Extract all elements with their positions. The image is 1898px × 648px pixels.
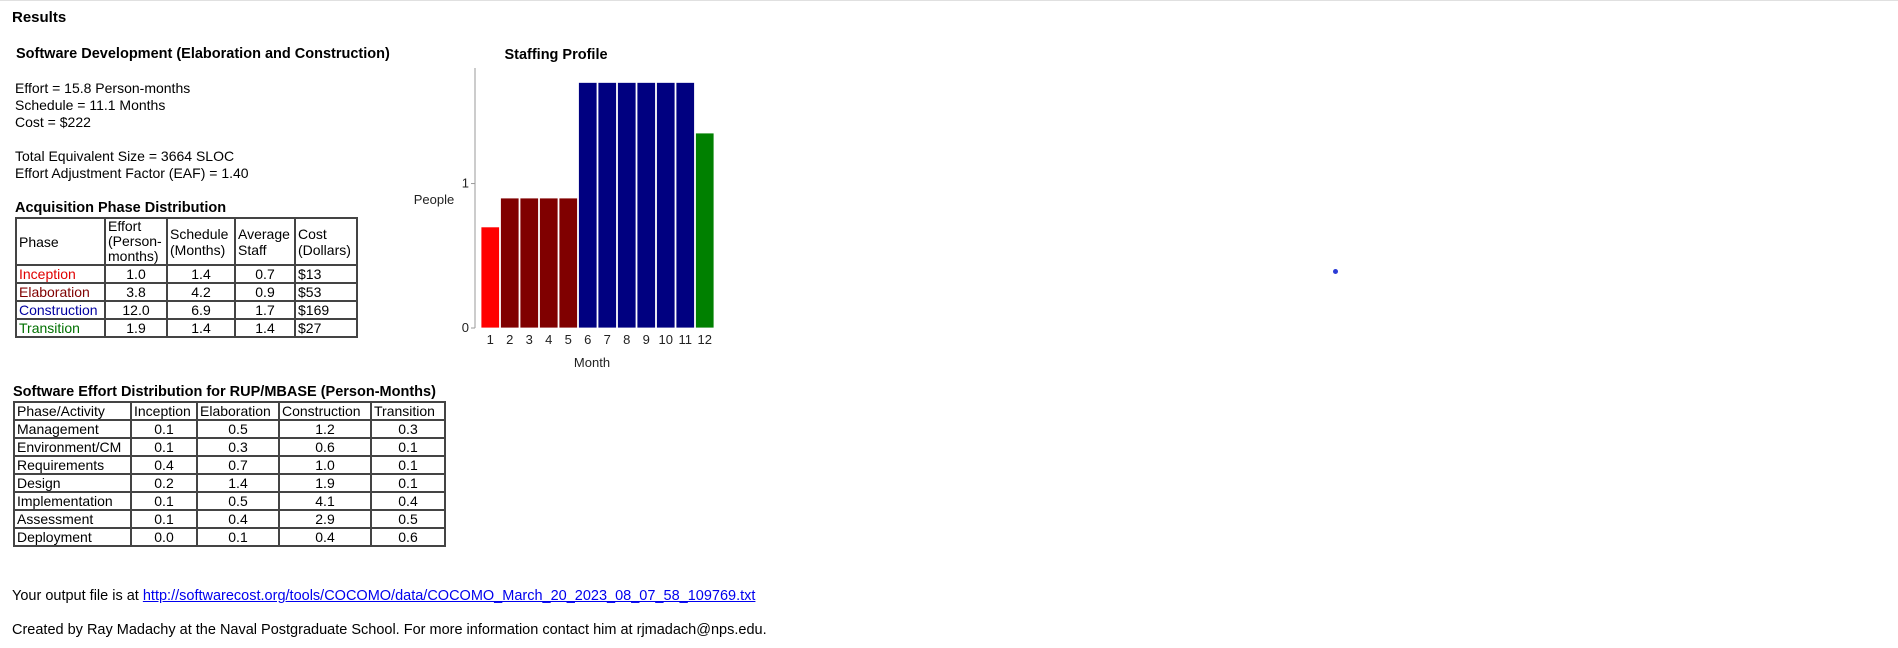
x-tick-label: 5	[565, 332, 572, 347]
inception-cell: 0.1	[130, 437, 198, 457]
inception-cell: 0.4	[130, 455, 198, 475]
output-file-prefix: Your output file is at	[12, 588, 139, 604]
transition-cell: 0.1	[370, 437, 446, 457]
table-row: Environment/CM 0.1 0.3 0.6 0.1	[13, 437, 446, 457]
bar-month-10	[656, 82, 676, 329]
inception-cell: 0.1	[130, 419, 198, 439]
bar-month-11	[675, 82, 695, 329]
elaboration-cell: 0.5	[196, 419, 280, 439]
table-row: Design 0.2 1.4 1.9 0.1	[13, 473, 446, 493]
activity-cell: Deployment	[13, 527, 132, 547]
elaboration-cell: 0.7	[196, 455, 280, 475]
activity-cell: Assessment	[13, 509, 132, 529]
y-ticks-group: 01	[462, 176, 475, 335]
activity-cell: Requirements	[13, 455, 132, 475]
bar-month-3	[519, 197, 539, 329]
bar-month-6	[578, 82, 598, 329]
header-activity: Phase/Activity	[13, 401, 132, 421]
output-file-link[interactable]: http://softwarecost.org/tools/COCOMO/dat…	[143, 588, 756, 604]
x-tick-label: 8	[623, 332, 630, 347]
activity-cell: Environment/CM	[13, 437, 132, 457]
bars-group	[480, 82, 715, 329]
effort-dist-table: Phase/Activity Inception Elaboration Con…	[13, 401, 446, 547]
x-axis-label: Month	[574, 355, 610, 370]
elaboration-cell: 0.4	[196, 509, 280, 529]
construction-cell: 1.0	[278, 455, 372, 475]
bar-month-2	[500, 197, 520, 329]
elaboration-cell: 0.1	[196, 527, 280, 547]
bar-month-4	[539, 197, 559, 329]
transition-cell: 0.5	[370, 509, 446, 529]
x-tick-label: 1	[487, 332, 494, 347]
construction-cell: 4.1	[278, 491, 372, 511]
bar-month-8	[617, 82, 637, 329]
table-row: Implementation 0.1 0.5 4.1 0.4	[13, 491, 446, 511]
bar-month-12	[695, 132, 715, 329]
table-row: Management 0.1 0.5 1.2 0.3	[13, 419, 446, 439]
transition-cell: 0.4	[370, 491, 446, 511]
x-tick-label: 3	[526, 332, 533, 347]
table-row: Assessment 0.1 0.4 2.9 0.5	[13, 509, 446, 529]
staffing-profile-chart: Staffing Profile People Month 01 1234567…	[414, 47, 715, 370]
x-ticks-group: 1 2 3 4 5 6 7 8 9 10 11 12	[487, 332, 712, 347]
header-inception: Inception	[130, 401, 198, 421]
y-tick-label: 1	[462, 176, 469, 191]
construction-cell: 0.6	[278, 437, 372, 457]
construction-cell: 0.4	[278, 527, 372, 547]
inception-cell: 0.0	[130, 527, 198, 547]
x-tick-label: 10	[659, 332, 673, 347]
elaboration-cell: 0.3	[196, 437, 280, 457]
y-tick-label: 0	[462, 320, 469, 335]
x-tick-label: 9	[643, 332, 650, 347]
table-row: Requirements 0.4 0.7 1.0 0.1	[13, 455, 446, 475]
elaboration-cell: 1.4	[196, 473, 280, 493]
activity-cell: Implementation	[13, 491, 132, 511]
activity-cell: Design	[13, 473, 132, 493]
bar-month-7	[597, 82, 617, 329]
bar-month-5	[558, 197, 578, 329]
activity-cell: Management	[13, 419, 132, 439]
x-tick-label: 11	[679, 332, 693, 347]
construction-cell: 1.2	[278, 419, 372, 439]
elaboration-cell: 0.5	[196, 491, 280, 511]
x-tick-label: 6	[584, 332, 591, 347]
transition-cell: 0.6	[370, 527, 446, 547]
credit-text: Created by Ray Madachy at the Naval Post…	[12, 622, 767, 638]
transition-cell: 0.1	[370, 473, 446, 493]
cursor-dot	[1333, 269, 1338, 274]
x-tick-label: 4	[545, 332, 552, 347]
y-axis-label: People	[414, 192, 454, 207]
output-file-line: Your output file is at http://softwareco…	[12, 588, 755, 604]
x-tick-label: 7	[604, 332, 611, 347]
construction-cell: 1.9	[278, 473, 372, 493]
transition-cell: 0.3	[370, 419, 446, 439]
inception-cell: 0.1	[130, 491, 198, 511]
inception-cell: 0.2	[130, 473, 198, 493]
x-tick-label: 12	[698, 332, 712, 347]
bar-month-9	[636, 82, 656, 329]
chart-title: Staffing Profile	[504, 47, 607, 63]
construction-cell: 2.9	[278, 509, 372, 529]
header-construction: Construction	[278, 401, 372, 421]
effort-dist-header-row: Phase/Activity Inception Elaboration Con…	[13, 401, 446, 421]
header-elaboration: Elaboration	[196, 401, 280, 421]
transition-cell: 0.1	[370, 455, 446, 475]
inception-cell: 0.1	[130, 509, 198, 529]
x-tick-label: 2	[506, 332, 513, 347]
table-row: Deployment 0.0 0.1 0.4 0.6	[13, 527, 446, 547]
bar-month-1	[480, 226, 500, 329]
header-transition: Transition	[370, 401, 446, 421]
